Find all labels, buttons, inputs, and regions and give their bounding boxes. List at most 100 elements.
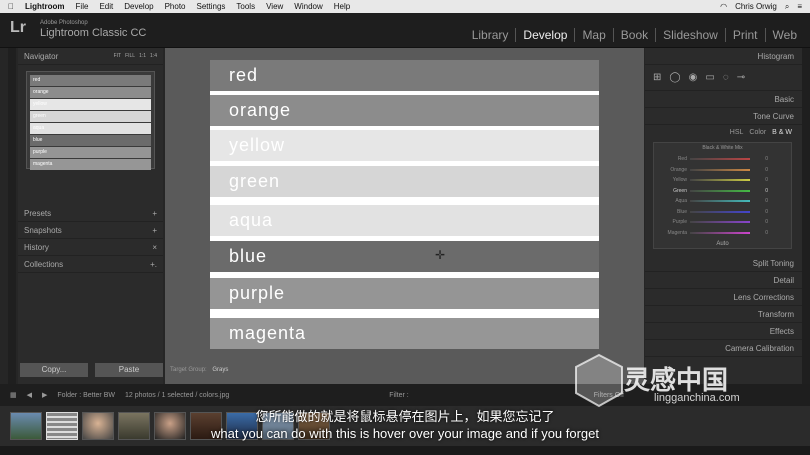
slider-aqua[interactable]: Aqua 0 [656,196,789,207]
menu-app-name[interactable]: Lightroom [25,2,65,11]
module-slideshow[interactable]: Slideshow [656,28,726,42]
stripe-purple[interactable]: purple [210,278,599,309]
wifi-icon[interactable]: ◠ [720,2,727,11]
module-picker: Library Develop Map Book Slideshow Print… [465,28,804,42]
slider-orange[interactable]: Orange 0 [656,165,789,176]
product-name: Adobe Photoshop Lightroom Classic CC [40,20,146,40]
target-group-label: Target Group: [170,367,207,373]
left-panel-toggle[interactable] [8,48,16,384]
history-header[interactable]: History × [18,239,163,256]
module-library[interactable]: Library [465,28,517,42]
slider-magenta[interactable]: Magenta 0 [656,228,789,239]
adjustment-brush-icon[interactable]: ⊸ [737,72,745,83]
grid-view-icon[interactable]: ▦ [10,391,17,399]
slider-value[interactable]: 0 [750,177,768,183]
forward-icon[interactable]: ▶ [42,391,47,399]
stripe-green[interactable]: green [210,166,599,197]
slider-red[interactable]: Red 0 [656,154,789,165]
collections-header[interactable]: Collections +. [18,256,163,273]
stripe-red[interactable]: red [210,60,599,91]
slider-green[interactable]: Green 0 [656,186,789,197]
navigator-header[interactable]: Navigator FIT FILL 1:1 1:4 [18,48,163,65]
spot-removal-icon[interactable]: ◯ [669,72,680,83]
clear-history-icon[interactable]: × [152,243,157,252]
menu-tools[interactable]: Tools [236,2,255,11]
slider-blue[interactable]: Blue 0 [656,207,789,218]
stripe-yellow[interactable]: yellow [210,130,599,161]
navigator-preview[interactable]: red orange yellow green aqua blue purple… [26,71,155,170]
slider-purple[interactable]: Purple 0 [656,217,789,228]
detail-header[interactable]: Detail [645,272,802,289]
menu-view[interactable]: View [266,2,283,11]
menu-photo[interactable]: Photo [165,2,186,11]
user-name[interactable]: Chris Orwig [735,2,777,11]
tool-strip: ⊞ ◯ ◉ ▭ ◌ ⊸ [645,65,802,91]
effects-header[interactable]: Effects [645,323,802,340]
module-map[interactable]: Map [575,28,614,42]
histogram-header[interactable]: Histogram [645,48,802,65]
transform-header[interactable]: Transform [645,306,802,323]
snapshots-header[interactable]: Snapshots + [18,222,163,239]
menu-list-icon[interactable]: ≡ [797,2,802,11]
stripe-aqua[interactable]: aqua [210,205,599,236]
nav-item: blue [30,135,151,146]
snapshots-label: Snapshots [24,225,62,235]
menu-file[interactable]: File [76,2,89,11]
slider-value[interactable]: 0 [750,209,768,215]
module-book[interactable]: Book [614,28,657,42]
slider-label: Magenta [667,229,687,236]
nav-1-1[interactable]: 1:1 [139,53,146,59]
menu-edit[interactable]: Edit [99,2,113,11]
menu-settings[interactable]: Settings [197,2,226,11]
nav-fit[interactable]: FIT [114,53,122,59]
menu-window[interactable]: Window [294,2,322,11]
copy-button[interactable]: Copy... [20,363,88,377]
menu-bar:  Lightroom File Edit Develop Photo Sett… [0,0,810,13]
stripe-magenta[interactable]: magenta [210,318,599,349]
tab-bw[interactable]: B & W [772,129,792,136]
slider-value[interactable]: 0 [750,219,768,225]
right-panel-toggle[interactable] [802,48,810,384]
slider-value[interactable]: 0 [750,198,768,204]
split-toning-header[interactable]: Split Toning [645,255,802,272]
red-eye-icon[interactable]: ◉ [689,72,698,83]
basic-header[interactable]: Basic [645,91,802,108]
paste-button[interactable]: Paste [95,363,163,377]
slider-value[interactable]: 0 [750,156,768,162]
nav-1-4[interactable]: 1:4 [150,53,157,59]
back-icon[interactable]: ◀ [27,391,32,399]
radial-filter-icon[interactable]: ◌ [723,72,729,83]
apple-icon[interactable]:  [8,2,14,11]
module-develop[interactable]: Develop [516,28,576,42]
module-web[interactable]: Web [766,28,804,42]
tab-hsl[interactable]: HSL [730,129,744,136]
add-collection-icon[interactable]: +. [150,260,157,269]
slider-value[interactable]: 0 [750,230,768,236]
image-viewer[interactable]: red orange yellow green aqua blue purple… [165,48,644,384]
add-preset-icon[interactable]: + [152,209,157,218]
photo-canvas[interactable]: red orange yellow green aqua blue purple… [210,60,599,349]
slider-value[interactable]: 0 [750,167,768,173]
module-print[interactable]: Print [726,28,766,42]
tone-curve-label: Tone Curve [753,111,794,121]
stripe-blue[interactable]: blue [210,241,599,272]
stripe-orange[interactable]: orange [210,95,599,126]
add-snapshot-icon[interactable]: + [152,226,157,235]
slider-value[interactable]: 0 [750,188,768,194]
target-group-value[interactable]: Grays [212,367,228,373]
target-group: Target Group: Grays [170,367,228,373]
menu-develop[interactable]: Develop [124,2,153,11]
crop-icon[interactable]: ⊞ [653,72,661,83]
slider-yellow[interactable]: Yellow 0 [656,175,789,186]
auto-button[interactable]: Auto [656,241,789,247]
search-icon[interactable]: ⌕ [785,2,789,12]
lens-corrections-header[interactable]: Lens Corrections [645,289,802,306]
folder-source[interactable]: Folder : Better BW [57,392,115,399]
nav-fill[interactable]: FILL [125,53,135,59]
tone-curve-header[interactable]: Tone Curve [645,108,802,125]
menu-help[interactable]: Help [334,2,350,11]
tab-color[interactable]: Color [749,129,766,136]
graduated-filter-icon[interactable]: ▭ [705,72,714,83]
photo-count[interactable]: 12 photos / 1 selected / colors.jpg [125,392,229,399]
presets-header[interactable]: Presets + [18,205,163,222]
